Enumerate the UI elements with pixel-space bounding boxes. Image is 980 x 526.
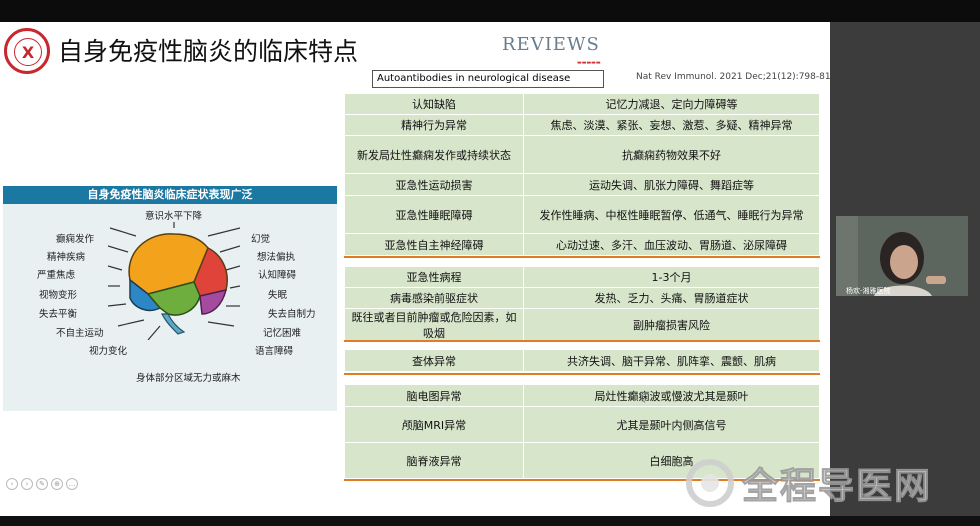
table-row: 既往或者目前肿瘤或危险因素，如吸烟 副肿瘤损害风险 — [344, 308, 820, 342]
pen-icon[interactable]: ✎ — [36, 477, 48, 490]
prev-slide-icon[interactable]: ‹ — [6, 477, 18, 490]
zoom-icon[interactable]: ⊕ — [51, 477, 63, 490]
watermark-text: 全程导医网 — [741, 466, 933, 508]
label-seizure: 癫痫发作 — [56, 234, 95, 245]
table-row: 亚急性病程 1-3个月 — [344, 266, 820, 288]
label-cognitive: 认知障碍 — [258, 270, 297, 281]
table-row: 新发局灶性癫痫发作或持续状态 抗癫痫药物效果不好 — [344, 135, 820, 174]
mouse-cursor-icon: ↖ — [639, 396, 647, 406]
journal-header: REVIEWS — [502, 34, 600, 55]
more-icon[interactable]: … — [66, 477, 78, 490]
symptom-table-3: 查体异常 共济失调、脑干异常、肌阵挛、震颤、肌病 — [344, 349, 820, 372]
table-row: 查体异常 共济失调、脑干异常、肌阵挛、震颤、肌病 — [344, 349, 820, 372]
label-balance: 失去平衡 — [39, 309, 78, 320]
panel-header: 自身免疫性脑炎临床症状表现广泛 — [3, 186, 337, 204]
symptom-table-1: 认知缺陷 记忆力减退、定向力障碍等 精神行为异常 焦虑、淡漠、紧张、妄想、激惹、多疑… — [344, 93, 820, 256]
table-row: 脑电图异常 局灶性癫痫波或慢波尤其是颞叶 — [344, 384, 820, 407]
label-insomnia: 失眠 — [268, 290, 288, 301]
table-row: 亚急性睡眠障碍 发作性睡病、中枢性睡眠暂停、低通气、睡眠行为异常 — [344, 195, 820, 234]
slide-controls[interactable]: ‹ › ✎ ⊕… — [6, 473, 81, 492]
webcam-video[interactable] — [836, 216, 968, 296]
table-row: 颅脑MRI异常 尤其是颞叶内侧高信号 — [344, 406, 820, 443]
table-row: 亚急性运动损害 运动失调、肌张力障碍、舞蹈症等 — [344, 173, 820, 196]
label-visual-distortion: 视物变形 — [39, 290, 78, 301]
table-row: 亚急性自主神经障碍 心动过速、多汗、血压波动、胃肠道、泌尿障碍 — [344, 233, 820, 256]
citation: Nat Rev Immunol. 2021 Dec;21(12):798-813… — [636, 72, 830, 82]
section-divider — [344, 256, 820, 258]
label-consciousness: 意识水平下降 — [145, 211, 203, 222]
symptom-table-2: 亚急性病程 1-3个月 病毒感染前驱症状 发热、乏力、头痛、胃肠道症状 既往或者目前… — [344, 266, 820, 342]
next-slide-icon[interactable]: › — [21, 477, 33, 490]
logo-emblem: X — [14, 38, 42, 66]
table-row: 病毒感染前驱症状 发热、乏力、头痛、胃肠道症状 — [344, 287, 820, 309]
label-memory: 记忆困难 — [263, 328, 302, 339]
top-bar — [0, 0, 980, 22]
slide-title: 自身免疫性脑炎的临床特点 — [58, 37, 359, 66]
section-divider — [344, 373, 820, 375]
label-involuntary: 不自主运动 — [56, 328, 104, 339]
participant-name: 杨欢-湘雅医院 — [846, 287, 891, 295]
table-row: 精神行为异常 焦虑、淡漠、紧张、妄想、激惹、多疑、精神异常 — [344, 114, 820, 136]
journal-subheader-mark: ▬▬▬▬▬ — [577, 60, 601, 66]
label-language: 语言障碍 — [255, 346, 294, 357]
label-hallucination: 幻觉 — [251, 234, 271, 245]
article-title: Autoantibodies in neurological disease — [372, 70, 604, 88]
hospital-logo: X — [4, 28, 50, 74]
label-psychosis: 精神疾病 — [47, 252, 86, 263]
label-weakness: 身体部分区域无力或麻木 — [136, 373, 241, 384]
speaker-video-icon — [836, 216, 968, 296]
label-vision-change: 视力变化 — [89, 346, 128, 357]
label-anxiety: 严重焦虑 — [37, 270, 76, 281]
watermark-logo-icon — [686, 459, 734, 507]
label-self-control: 失去自制力 — [268, 309, 316, 320]
brain-illustration-icon — [108, 222, 240, 340]
table-row: 认知缺陷 记忆力减退、定向力障碍等 — [344, 93, 820, 115]
taskbar — [0, 516, 980, 526]
label-paranoid: 想法偏执 — [257, 252, 296, 263]
watermark: 全程导医网 — [686, 454, 978, 512]
section-divider — [344, 340, 820, 342]
